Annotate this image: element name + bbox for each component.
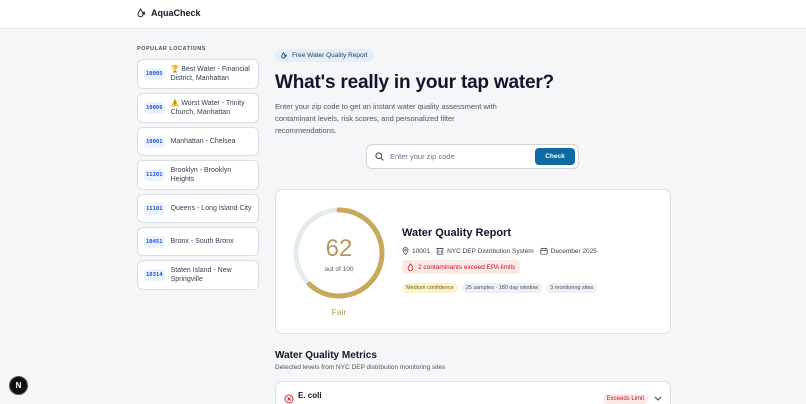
- zip-search-bar: Check: [366, 144, 579, 169]
- location-label: Brooklyn - Brooklyn Heights: [170, 166, 232, 183]
- chevron-down-icon[interactable]: [654, 396, 662, 402]
- score-gauge: 62 out of 100: [291, 205, 387, 301]
- location-label: 🏆 Best Water - Financial District, Manha…: [170, 65, 250, 82]
- location-label: Manhattan - Chelsea: [170, 137, 236, 145]
- zip-meta: 10001: [402, 247, 430, 255]
- top-bar: AquaCheck: [0, 0, 806, 29]
- location-zip: 10006: [144, 102, 165, 114]
- exceeds-limit-badge: Exceeds Limit: [602, 394, 648, 404]
- water-drop-icon: [281, 52, 287, 59]
- brand-name: AquaCheck: [151, 8, 201, 18]
- location-zip: 10314: [144, 269, 165, 281]
- metrics-heading: Water Quality Metrics: [275, 350, 377, 361]
- water-drop-logo-icon: [137, 8, 146, 18]
- dev-tools-button[interactable]: N: [9, 376, 28, 395]
- x-circle-icon: [284, 394, 294, 404]
- report-tags: Medium confidence 25 samples · 180 day w…: [402, 283, 662, 293]
- location-item-11201[interactable]: 11201 Brooklyn - Brooklyn Heights: [137, 160, 259, 190]
- location-item-10006[interactable]: 10006 ⚠️ Worst Water - Trinity Church, M…: [137, 93, 259, 123]
- check-button[interactable]: Check: [535, 148, 575, 165]
- system-meta: NYC DEP Distribution System: [436, 247, 534, 255]
- location-zip: 11101: [144, 202, 165, 215]
- trophy-icon: 🏆: [170, 65, 180, 73]
- main-content: Free Water Quality Report What's really …: [275, 46, 671, 404]
- location-zip: 11201: [144, 169, 165, 181]
- water-quality-report-card: 62 out of 100 Fair Water Quality Report …: [275, 189, 671, 334]
- score-value: 62: [325, 235, 353, 262]
- score-max-label: out of 100: [324, 266, 354, 273]
- date-meta: December 2025: [540, 247, 597, 255]
- metric-card-ecoli[interactable]: E. coli Exceeds Limit: [275, 381, 671, 404]
- location-zip: 10451: [144, 235, 165, 248]
- building-icon: [436, 248, 444, 255]
- location-label: Queens - Long Island City: [170, 204, 252, 212]
- calendar-icon: [540, 247, 548, 255]
- location-item-10001[interactable]: 10001 Manhattan - Chelsea: [137, 127, 259, 156]
- confidence-tag: Medium confidence: [402, 283, 458, 293]
- metric-name: E. coli: [298, 391, 322, 400]
- location-zip: 10005: [144, 68, 165, 80]
- contaminant-warning-badge: 2 contaminants exceed EPA limits: [402, 260, 521, 274]
- score-rating: Fair: [331, 307, 347, 317]
- search-icon: [375, 152, 384, 161]
- location-item-10451[interactable]: 10451 Bronx - South Bronx: [137, 227, 259, 256]
- report-title: Water Quality Report: [402, 227, 511, 239]
- samples-tag: 25 samples · 180 day window: [461, 283, 543, 293]
- location-pin-icon: [402, 247, 409, 255]
- brand-logo[interactable]: AquaCheck: [137, 8, 201, 18]
- report-details: Water Quality Report 10001 NYC DEP Distr…: [402, 227, 662, 293]
- location-zip: 10001: [144, 135, 165, 148]
- sites-tag: 3 monitoring sites: [546, 283, 598, 293]
- free-report-pill: Free Water Quality Report: [275, 49, 374, 62]
- location-item-11101[interactable]: 11101 Queens - Long Island City: [137, 194, 259, 223]
- warning-icon: ⚠️: [170, 99, 180, 107]
- drop-alert-icon: [407, 263, 414, 271]
- page-title: What's really in your tap water?: [275, 72, 554, 93]
- location-item-10005[interactable]: 10005 🏆 Best Water - Financial District,…: [137, 59, 259, 89]
- metrics-subheading: Detected levels from NYC DEP distributio…: [275, 364, 446, 371]
- location-label: ⚠️ Worst Water - Trinity Church, Manhatt…: [170, 99, 245, 116]
- sidebar-heading: POPULAR LOCATIONS: [137, 46, 206, 52]
- report-meta: 10001 NYC DEP Distribution System Decemb…: [402, 247, 662, 255]
- location-label: Staten Island - New Springville: [170, 266, 232, 283]
- hero-description: Enter your zip code to get an instant wa…: [275, 102, 497, 135]
- zip-search-input[interactable]: [390, 152, 535, 161]
- location-item-10314[interactable]: 10314 Staten Island - New Springville: [137, 260, 259, 290]
- popular-locations-sidebar: POPULAR LOCATIONS 10005 🏆 Best Water - F…: [137, 46, 259, 294]
- location-label: Bronx - South Bronx: [170, 237, 234, 245]
- pill-label: Free Water Quality Report: [292, 52, 368, 59]
